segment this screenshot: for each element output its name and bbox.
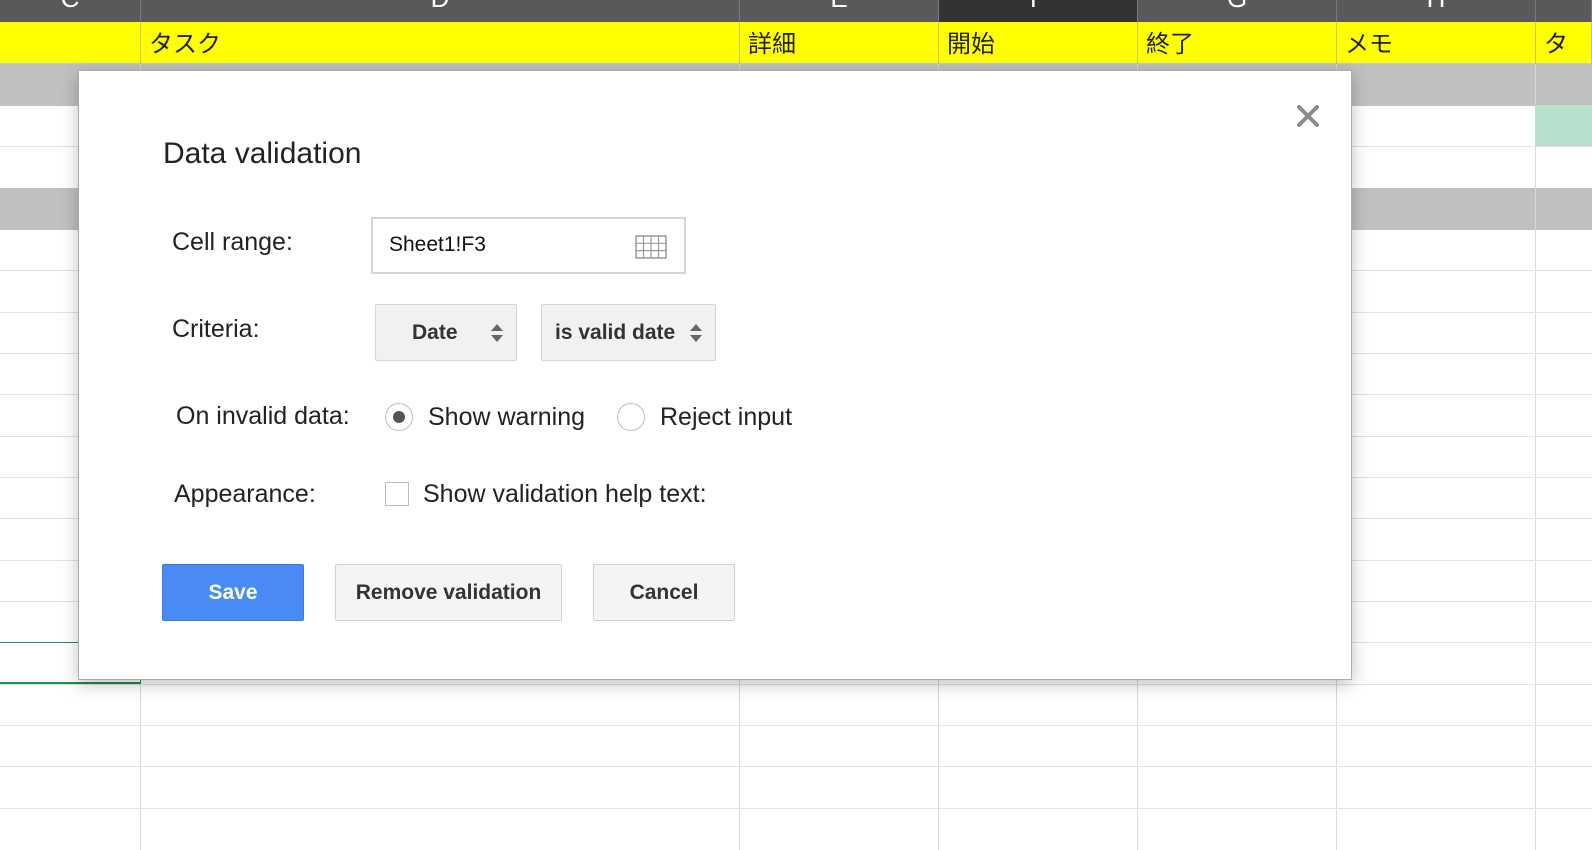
help-text-label[interactable]: Show validation help text: <box>423 480 707 509</box>
on-invalid-label: On invalid data: <box>176 402 350 430</box>
column-header-c[interactable]: C <box>0 0 141 22</box>
header-cell-memo[interactable]: メモ <box>1337 22 1536 64</box>
remove-validation-button[interactable]: Remove validation <box>335 564 562 621</box>
dialog-title: Data validation <box>163 137 362 170</box>
column-header-e[interactable]: E <box>740 0 939 22</box>
appearance-label: Appearance: <box>174 480 316 508</box>
highlighted-cell[interactable] <box>1535 105 1592 146</box>
close-icon[interactable] <box>1293 101 1323 131</box>
column-header-g[interactable]: G <box>1138 0 1337 22</box>
cancel-button[interactable]: Cancel <box>593 564 735 621</box>
select-arrows-icon <box>690 324 702 342</box>
show-warning-radio[interactable] <box>385 403 413 431</box>
header-cell-task[interactable]: タスク <box>141 22 740 64</box>
column-header-i[interactable] <box>1536 0 1592 22</box>
show-warning-label[interactable]: Show warning <box>428 403 585 432</box>
criteria-type-value: Date <box>412 321 458 344</box>
header-cell-end[interactable]: 終了 <box>1138 22 1337 64</box>
help-text-checkbox[interactable] <box>385 482 409 506</box>
cell-range-label: Cell range: <box>172 228 293 256</box>
column-header-h[interactable]: H <box>1337 0 1536 22</box>
column-header-f[interactable]: F <box>939 0 1138 22</box>
cell-range-input[interactable]: Sheet1!F3 <box>371 217 686 274</box>
cell-range-value[interactable]: Sheet1!F3 <box>389 233 486 257</box>
data-validation-dialog: Data validation Cell range: Sheet1!F3 Cr… <box>78 70 1352 680</box>
header-row: タスク 詳細 開始 終了 メモ タ <box>0 22 1592 64</box>
header-cell-details[interactable]: 詳細 <box>740 22 939 64</box>
reject-input-label[interactable]: Reject input <box>660 403 792 432</box>
select-arrows-icon <box>491 324 503 342</box>
criteria-type-select[interactable]: Date <box>375 304 517 361</box>
header-cell-c[interactable] <box>0 22 141 64</box>
column-header-bar: C D E F G H <box>0 0 1592 22</box>
save-button[interactable]: Save <box>162 564 304 621</box>
header-cell-overflow[interactable]: タ <box>1536 22 1592 64</box>
criteria-condition-value: is valid date <box>555 321 676 344</box>
grid-icon[interactable] <box>635 235 667 264</box>
reject-input-radio[interactable] <box>617 403 645 431</box>
column-header-d[interactable]: D <box>141 0 740 22</box>
criteria-label: Criteria: <box>172 315 260 343</box>
header-cell-start[interactable]: 開始 <box>939 22 1138 64</box>
criteria-condition-select[interactable]: is valid date <box>541 304 716 361</box>
